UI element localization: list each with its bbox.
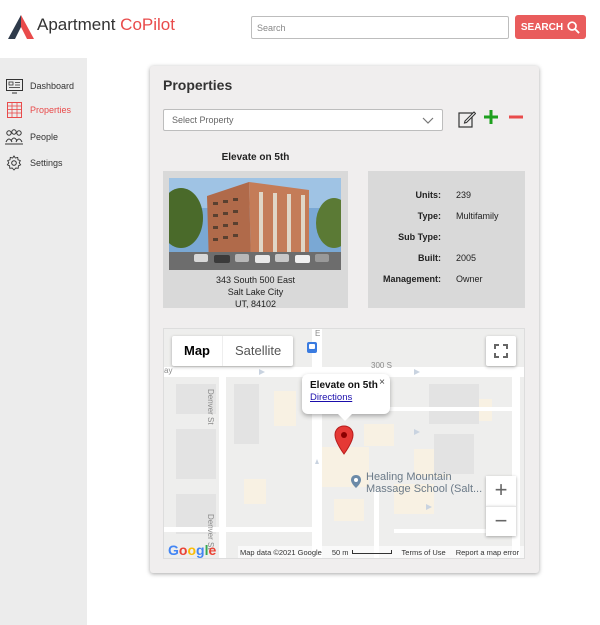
sidebar-item-label: Properties [30,105,72,115]
address-line2: Salt Lake City [227,287,284,297]
scale-bar [351,550,392,554]
zoom-in-button[interactable]: + [486,476,516,506]
edit-property-button[interactable] [458,110,477,128]
search-input[interactable] [251,16,509,39]
app-header: Apartment CoPilot SEARCH [0,0,600,58]
detail-row-subtype: Sub Type: [368,232,525,246]
poi-label-line2: Massage School (Salt... [366,483,483,495]
map-scale: 50 m [332,548,392,557]
brand-accent: CoPilot [120,15,175,34]
sidebar-item-dashboard[interactable]: Dashboard [5,76,74,96]
search-button-label: SEARCH [520,21,564,33]
people-icon [5,129,23,145]
plus-icon [484,110,498,124]
detail-label: Sub Type: [398,232,441,242]
detail-label: Management: [382,274,441,284]
map-marker-icon[interactable] [334,425,354,455]
terms-of-use-link[interactable]: Terms of Use [402,548,446,557]
street-label-e: E [315,329,321,338]
directions-link[interactable]: Directions [310,392,382,403]
report-map-error-link[interactable]: Report a map error [456,548,519,557]
detail-label: Type: [417,211,441,221]
street-label-300s: 300 S [371,361,392,370]
app-brand: Apartment CoPilot [37,15,175,35]
property-details-panel: Units: 239 Type: Multifamily Sub Type: B… [368,171,525,308]
brand-name: Apartment [37,15,116,34]
detail-label: Built: [418,253,441,263]
detail-label: Units: [415,190,442,200]
property-name: Elevate on 5th [221,152,290,163]
map-info-window: Elevate on 5th Directions × [302,374,390,421]
fullscreen-button[interactable] [486,336,516,366]
map-type-control: Map Satellite [172,336,294,366]
zoom-out-button[interactable]: − [486,506,516,536]
sidebar-item-people[interactable]: People [5,127,58,147]
dashboard-icon [5,78,23,94]
chevron-down-icon [422,117,434,124]
detail-row-type: Type: Multifamily [368,211,525,225]
map-type-map-button[interactable]: Map [172,336,222,366]
property-select[interactable]: Select Property [163,109,443,131]
poi-pin-icon [351,475,361,488]
minus-icon [509,115,523,119]
sidebar-item-settings[interactable]: Settings [5,153,63,173]
street-label: ay [164,366,173,375]
gear-icon [5,155,23,171]
property-select-value: Select Property [172,115,234,125]
property-photo [169,178,341,270]
google-logo: Google [168,542,217,558]
page-title: Properties [163,77,233,93]
fullscreen-icon [494,344,508,358]
app-logo-icon [8,15,34,39]
map-data-attribution: Map data ©2021 Google [240,547,322,557]
close-icon[interactable]: × [379,377,385,388]
detail-value: Owner [456,274,483,284]
address-line1: 343 South 500 East [215,275,296,285]
properties-card: Properties Select Property Elevate on 5t… [150,66,539,573]
property-photo-panel: 343 South 500 East Salt Lake City UT, 84… [163,171,348,309]
detail-row-units: Units: 239 [368,190,525,204]
remove-property-button[interactable] [507,109,525,127]
sidebar-item-properties[interactable]: Properties [5,100,71,120]
info-window-title: Elevate on 5th [310,380,378,391]
search-button[interactable]: SEARCH [515,15,586,39]
detail-value: 2005 [456,253,477,263]
transit-icon [307,342,317,353]
detail-row-built: Built: 2005 [368,253,525,267]
street-label-denver: Denver St [206,389,215,425]
poi-label-line1: Healing Mountain [366,471,452,483]
sidebar-item-label: Settings [30,158,63,168]
sidebar-item-label: Dashboard [30,81,75,91]
poi-label: Healing Mountain Massage School (Salt... [366,471,482,495]
property-map[interactable]: ay 300 S Denver St Denver St E Map Satel… [163,328,525,559]
sidebar-item-label: People [30,132,59,142]
map-footer: Map data ©2021 Google 50 m Terms of Use … [238,546,524,558]
search-icon [567,20,580,34]
detail-value: 239 [456,190,472,200]
address-line3: UT, 84102 [234,299,277,309]
edit-icon [458,111,477,128]
map-type-satellite-button[interactable]: Satellite [222,336,293,366]
detail-row-management: Management: Owner [368,274,525,288]
detail-value: Multifamily [456,211,499,221]
add-property-button[interactable] [482,109,500,127]
map-scale-label: 50 m [331,547,349,557]
sidebar: Dashboard Properties People Settings [0,58,87,625]
building-icon [5,102,23,118]
